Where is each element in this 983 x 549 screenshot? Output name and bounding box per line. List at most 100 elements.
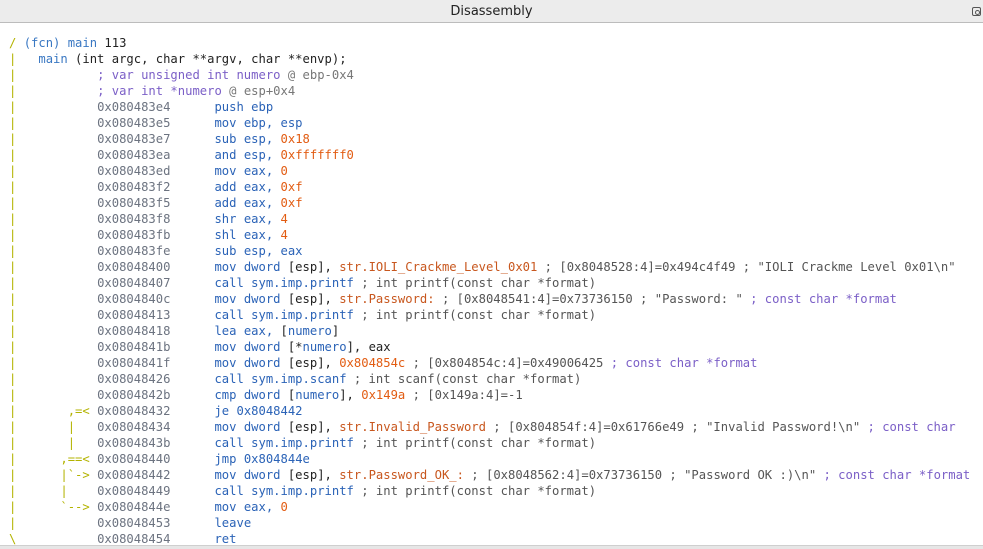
disasm-line[interactable]: | 0x080483fb shl eax, 4	[9, 227, 288, 243]
disasm-token: shr eax,	[214, 212, 281, 226]
disasm-token: |	[9, 372, 98, 386]
disasm-token: str.Password_OK_:	[339, 468, 464, 482]
disasm-line[interactable]: | 0x08048426 call sym.imp.scanf ; int sc…	[9, 371, 581, 387]
disasm-token: [esp],	[287, 420, 340, 434]
disasm-token: call sym.imp.printf	[214, 484, 354, 498]
disasm-line[interactable]: | 0x0804841b mov dword [*numero], eax	[9, 339, 391, 355]
disasm-token: 0x0804844e	[97, 500, 171, 514]
disasm-token: numero	[295, 388, 340, 402]
disasm-token	[170, 148, 214, 162]
disasm-token: 0x080483f5	[97, 196, 171, 210]
disasm-token: 0x08048400	[97, 260, 171, 274]
disasm-token: 0xfffffff0	[280, 148, 354, 162]
disasm-token	[170, 212, 214, 226]
disasm-token: 0x0804842b	[97, 388, 171, 402]
disasm-token: (int argc, char **argv, char **envp);	[75, 52, 347, 66]
disassembly-listing[interactable]: / (fcn) main 113 | main (int argc, char *…	[0, 35, 983, 545]
disasm-line[interactable]: | ,==< 0x08048440 jmp 0x804844e	[9, 451, 310, 467]
disasm-line[interactable]: | | 0x0804843b call sym.imp.printf ; int…	[9, 435, 596, 451]
disasm-token: str.Password:	[339, 292, 435, 306]
disasm-token: |	[9, 180, 98, 194]
disasm-line[interactable]: | ; var unsigned int numero @ ebp-0x4	[9, 67, 354, 83]
disasm-token: |	[9, 276, 98, 290]
disasm-line[interactable]: | 0x08048418 lea eax, [numero]	[9, 323, 339, 339]
disasm-token: [esp],	[287, 468, 340, 482]
disasm-token	[170, 324, 214, 338]
disasm-token: 0	[280, 500, 288, 514]
disasm-line[interactable]: | | 0x08048434 mov dword [esp], str.Inva…	[9, 419, 956, 435]
disasm-token	[170, 468, 214, 482]
disasm-token: mov dword	[214, 292, 288, 306]
disasm-token: ; const char *format	[816, 468, 971, 482]
disasm-token: | `-->	[9, 500, 98, 514]
disasm-token: push ebp	[214, 100, 274, 114]
disasm-token: shl eax,	[214, 228, 281, 242]
disasm-token: 0x0804843b	[97, 436, 171, 450]
disasm-token: ; int printf(const char *format)	[353, 436, 597, 450]
disasm-token: call sym.imp.scanf	[214, 372, 347, 386]
disasm-token	[170, 196, 214, 210]
disasm-line[interactable]: | 0x0804842b cmp dword [numero], 0x149a …	[9, 387, 523, 403]
disasm-line[interactable]: | 0x080483e7 sub esp, 0x18	[9, 131, 310, 147]
disasm-line[interactable]: | 0x080483e5 mov ebp, esp	[9, 115, 303, 131]
disasm-token: 113	[104, 36, 127, 50]
disasm-token: leave	[214, 516, 252, 530]
disasm-token: mov dword	[214, 420, 288, 434]
disasm-token	[170, 452, 214, 466]
disasm-line[interactable]: / (fcn) main 113	[9, 35, 126, 51]
window-title: Disassembly	[450, 4, 533, 19]
disasm-token	[170, 532, 214, 545]
disasm-line[interactable]: | ,=< 0x08048432 je 0x8048442	[9, 403, 303, 419]
disasm-token: 0x08048407	[97, 276, 171, 290]
disasm-line[interactable]: | |`-> 0x08048442 mov dword [esp], str.P…	[9, 467, 970, 483]
disasm-line[interactable]: | 0x080483f8 shr eax, 4	[9, 211, 288, 227]
disasm-token: |	[9, 324, 98, 338]
horizontal-scrollbar[interactable]	[0, 545, 983, 549]
disasm-token: mov dword	[214, 260, 288, 274]
disasm-token: \	[9, 532, 98, 545]
disasm-line[interactable]: | ; var int *numero @ esp+0x4	[9, 83, 295, 99]
disasm-token: 0x0804841f	[97, 356, 171, 370]
disasm-line[interactable]: | 0x080483e4 push ebp	[9, 99, 273, 115]
disasm-token: 0x08048440	[97, 452, 171, 466]
disasm-line[interactable]: | 0x08048453 leave	[9, 515, 251, 531]
disasm-token: 0x08048432	[97, 404, 171, 418]
disasm-line[interactable]: | 0x080483fe sub esp, eax	[9, 243, 303, 259]
disasm-token: |	[9, 132, 98, 146]
disasm-line[interactable]: \ 0x08048454 ret	[9, 531, 236, 545]
disasm-token: |	[9, 308, 98, 322]
disasm-token: |	[9, 84, 98, 98]
disasm-token: 0x080483f8	[97, 212, 171, 226]
disasm-token: str.IOLI_Crackme_Level_0x01	[339, 260, 538, 274]
disasm-line[interactable]: | 0x080483ea and esp, 0xfffffff0	[9, 147, 354, 163]
disasm-token: ],	[339, 388, 362, 402]
disasm-token: |	[9, 356, 98, 370]
disasm-token: 0x08048454	[97, 532, 171, 545]
disasm-token	[170, 292, 214, 306]
disasm-token: ; [0x804854c:4]=0x49006425	[405, 356, 604, 370]
disasm-line[interactable]: | 0x080483f2 add eax, 0xf	[9, 179, 303, 195]
disasm-token: [	[280, 324, 288, 338]
disasm-line[interactable]: | 0x0804841f mov dword [esp], 0x804854c …	[9, 355, 757, 371]
disasm-token: sub esp, eax	[214, 244, 303, 258]
disasm-line[interactable]: | 0x080483ed mov eax, 0	[9, 163, 288, 179]
disasm-token: 0x080483ed	[97, 164, 171, 178]
disasm-line[interactable]: | 0x0804840c mov dword [esp], str.Passwo…	[9, 291, 897, 307]
disasm-line[interactable]: | 0x080483f5 add eax, 0xf	[9, 195, 303, 211]
disasm-token: |	[9, 388, 98, 402]
disasm-line[interactable]: | 0x08048413 call sym.imp.printf ; int p…	[9, 307, 596, 323]
disasm-line[interactable]: | 0x08048400 mov dword [esp], str.IOLI_C…	[9, 259, 956, 275]
disasm-line[interactable]: | | 0x08048449 call sym.imp.printf ; int…	[9, 483, 596, 499]
disasm-token: add eax,	[214, 180, 281, 194]
disasm-line[interactable]: | 0x08048407 call sym.imp.printf ; int p…	[9, 275, 596, 291]
disasm-token: |	[9, 164, 98, 178]
disasm-token: [*	[287, 340, 303, 354]
disasm-line[interactable]: | main (int argc, char **argv, char **en…	[9, 51, 347, 67]
disasm-line[interactable]: | `--> 0x0804844e mov eax, 0	[9, 499, 288, 515]
undock-icon[interactable]	[972, 7, 981, 16]
disasm-token: 0x0804840c	[97, 292, 171, 306]
disasm-token: ; [0x149a:4]=-1	[405, 388, 523, 402]
disasm-token: ; var unsigned int numero	[97, 68, 288, 82]
disasm-token: mov eax,	[214, 500, 281, 514]
disasm-token: str.Invalid_Password	[339, 420, 486, 434]
